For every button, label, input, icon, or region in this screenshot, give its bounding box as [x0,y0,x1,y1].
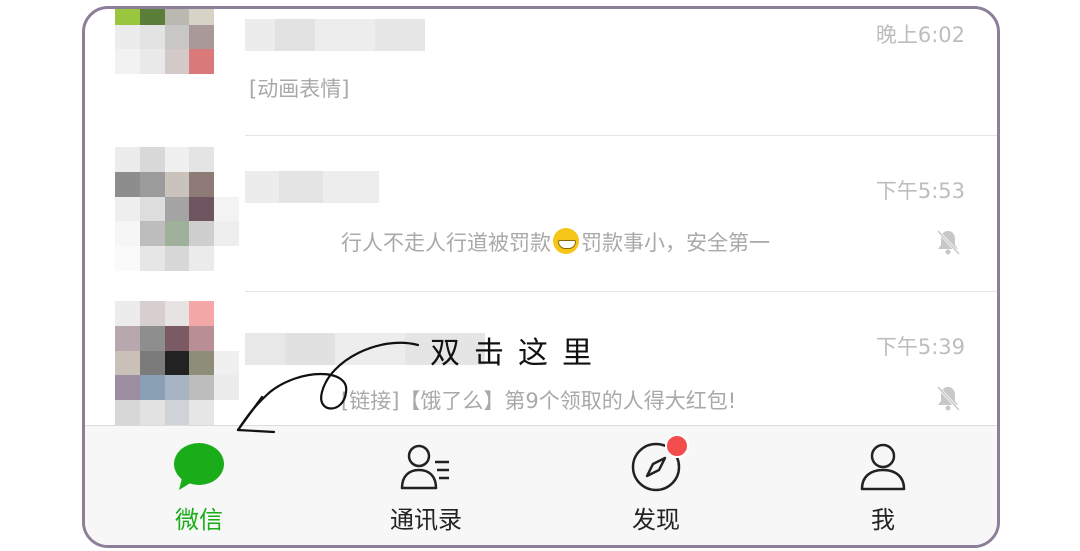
mute-bell-icon [936,229,961,256]
avatar [115,147,239,271]
contact-name-blurred [245,19,435,51]
divider [245,291,997,292]
chat-row[interactable]: 下午5:53 行人不走人行道被罚款 罚款事小，安全第一 [85,137,997,292]
avatar [115,301,239,425]
chat-preview: 行人不走人行道被罚款 罚款事小，安全第一 [341,227,770,257]
chat-time: 晚上6:02 [875,23,965,47]
tab-label: 我 [871,506,895,534]
tab-label: 通讯录 [390,506,462,534]
preview-text: 罚款事小，安全第一 [581,231,770,255]
chat-time: 下午5:53 [875,179,965,203]
avatar [115,9,239,99]
divider [245,135,997,136]
mute-bell-icon [936,385,961,412]
tab-me[interactable]: 我 [803,440,963,535]
contact-name-blurred [245,171,379,203]
preview-text: 行人不走人行道被罚款 [341,231,551,255]
tab-discover[interactable]: 发现 [576,434,736,535]
tab-wechat[interactable]: 微信 [119,440,279,535]
tab-contacts[interactable]: 通讯录 [346,440,506,535]
person-icon [860,443,906,491]
contacts-icon [400,444,449,490]
notification-dot [665,434,689,458]
compass-icon-wrap [629,434,689,494]
chat-preview: [链接]【饿了么】第9个领取的人得大红包! [341,389,737,413]
chat-time: 下午5:39 [875,335,965,359]
chat-row[interactable]: 晚上6:02 [动画表情] [85,9,997,136]
chat-preview: [动画表情] [249,77,350,101]
grinning-face-emoji-icon [553,228,579,254]
annotation-text: 双击这里 [430,336,606,371]
bottom-tab-bar: 微信 通讯录 发现 我 [85,425,997,545]
chat-bubble-icon [174,443,224,490]
tab-label: 微信 [175,506,223,534]
tab-label: 发现 [632,506,680,534]
phone-screen: 晚上6:02 [动画表情] 下午5:53 行人不走人行道被罚款 罚款事小，安全第一 [82,6,1000,548]
